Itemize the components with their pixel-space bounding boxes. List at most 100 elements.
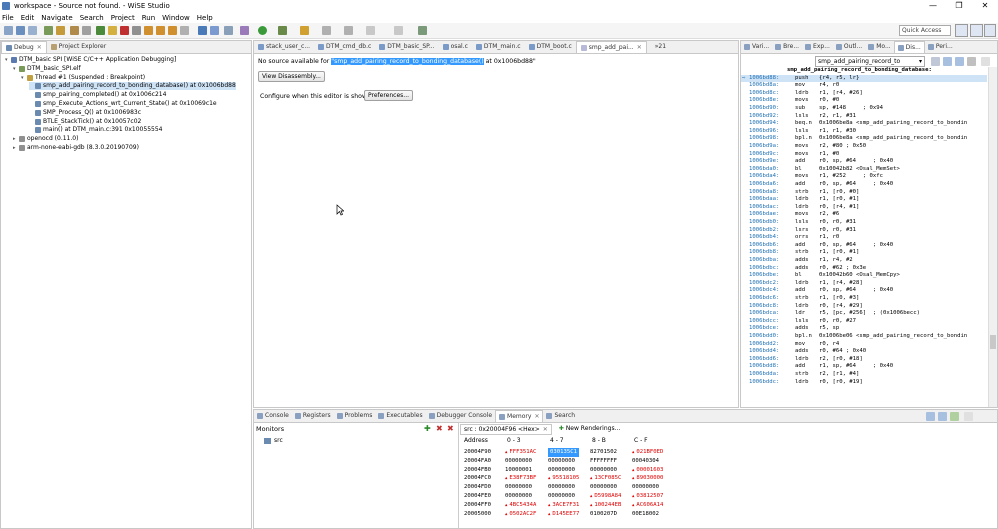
memory-cell[interactable]: ▲ 13CF085C [590,474,621,483]
tab-right-view[interactable]: Mo... [865,41,893,53]
memory-cell[interactable]: ▲ D5998A84 [590,492,621,501]
memory-cell[interactable]: ▲ 89030000 [632,474,663,483]
disassembly-line[interactable]: 1006bda4: movs r1, #252 ; 0xfc [741,173,987,181]
memory-cell[interactable]: ▲ 3ACE7F31 [548,501,579,510]
disassembly-line[interactable]: 1006bd8c: ldrb r1, [r4, #26] [741,90,987,98]
memory-cell[interactable]: 00000000 [590,483,617,492]
resume-icon[interactable] [96,26,105,35]
step-return-icon[interactable] [168,26,177,35]
view-disassembly-button[interactable]: View Disassembly... [258,71,325,82]
back-icon[interactable] [366,26,375,35]
open-perspective-icon[interactable] [955,24,968,37]
close-icon[interactable]: ✕ [637,42,642,54]
prev-annotation-icon[interactable] [344,26,353,35]
debug-perspective-icon[interactable] [984,24,996,37]
memory-cell[interactable]: ▲ 100244EB [590,501,621,510]
tab-editor-file[interactable]: DTM_cmd_db.c [314,41,375,53]
memory-cell[interactable]: 00000000 [548,466,575,475]
cpp-perspective-icon[interactable] [970,24,983,37]
menu-file[interactable]: File [2,14,14,22]
memory-cell[interactable]: ▲ 00001603 [632,466,663,475]
debug-tree-item[interactable]: ▾ DTM_basic SPI [WiSE C/C++ Application D… [5,56,176,64]
tab-overflow[interactable]: »21 [651,41,670,53]
memory-cell[interactable]: 00000000 [548,457,575,466]
memory-cell[interactable]: 030135C1 [548,448,579,457]
tab-bottom-view[interactable]: Console [254,410,292,422]
scrollbar-thumb[interactable] [990,335,996,349]
memory-cell[interactable]: ▲ AC606A14 [632,501,663,510]
new-icon[interactable] [4,26,13,35]
memory-cell[interactable]: ▲ 0502AC2F [505,510,536,519]
disassembly-line[interactable]: 1006bdb0: lsls r0, r0, #31 [741,219,987,227]
show-source-icon[interactable] [967,57,976,66]
tab-right-view[interactable]: Outl... [833,41,865,53]
tab-src-rendering[interactable]: src : 0x20004F96 <Hex> ✕ [460,424,552,435]
close-icon[interactable]: ✕ [534,411,539,423]
refresh-icon[interactable] [943,57,952,66]
reset-icon[interactable] [210,26,219,35]
memory-cell[interactable]: ▲ 021BF0ED [632,448,663,457]
menu-navigate[interactable]: Navigate [41,14,72,22]
disassembly-line[interactable]: 1006bd92: lsls r2, r1, #31 [741,113,987,121]
tab-bottom-view[interactable]: Search [543,410,578,422]
remove-monitor-icon[interactable]: ✖ [436,425,443,433]
disassembly-line[interactable]: 1006bdb6: add r0, sp, #64 ; 0x40 [741,242,987,250]
disassembly-line[interactable]: 1006bdc8: ldrb r0, [r4, #29] [741,303,987,311]
tab-editor-file[interactable]: stack_user_c... [254,41,314,53]
disassembly-line[interactable]: 1006bdd4: adds r0, #64 ; 0x40 [741,348,987,356]
tab-bottom-view[interactable]: Executables [375,410,425,422]
debug-tree-item[interactable]: ▾ Thread #1 (Suspended : Breakpoint) [21,74,145,82]
disassembly-line[interactable]: 1006bdda: strb r2, [r1, #4] [741,371,987,379]
step-over-icon[interactable] [156,26,165,35]
memory-cell[interactable]: 00E18002 [632,510,659,519]
toggle-memory-map-icon[interactable] [938,412,947,421]
debug-tree-item[interactable]: SMP_Process_Q() at 0x1006983c [29,109,141,117]
debug-tree-item[interactable]: ▾ DTM_basic_SPI.elf [13,65,81,73]
disassembly-line[interactable]: 1006bdbe: bl 0x10042b60 <Osal_MemCpy> [741,272,987,280]
disassembly-line[interactable]: 1006bdaa: ldrb r1, [r0, #1] [741,196,987,204]
tab-editor-file[interactable]: DTM_main.c [472,41,525,53]
debug-tree-item[interactable]: smp_add_pairing_record_to_bonding_databa… [29,82,236,91]
memory-cell[interactable]: ▲ 03812507 [632,492,663,501]
step-into-icon[interactable] [144,26,153,35]
disassembly-line[interactable]: 1006bd96: lsls r1, r1, #30 [741,128,987,136]
memory-cell[interactable]: 00000000 [548,492,575,501]
tab-editor-file[interactable]: smp_add_pai... ✕ [575,41,647,54]
memory-cell[interactable]: 00000000 [505,483,532,492]
tab-editor-file[interactable]: DTM_boot.c [525,41,576,53]
tab-bottom-view[interactable]: Registers [292,410,334,422]
disassembly-line[interactable]: ⇨ 1006bd88: push {r4, r5, lr} [741,74,987,83]
preferences-button[interactable]: Preferences... [364,90,414,101]
disassembly-line[interactable]: 1006bd9e: add r0, sp, #64 ; 0x40 [741,158,987,166]
disassembly-line[interactable]: 1006bda0: bl 0x10042b82 <Osal_MemSet> [741,166,987,174]
tab-editor-file[interactable]: DTM_basic_SP... [375,41,438,53]
memory-cell[interactable]: 82701502 [590,448,617,457]
run-icon[interactable] [258,26,267,35]
function-dropdown[interactable]: smp_add_pairing_record_to ▾ [815,56,925,67]
terminate-icon[interactable] [120,26,129,35]
memory-cell[interactable]: 00000000 [548,483,575,492]
forward-icon[interactable] [394,26,403,35]
memory-cell[interactable]: ▲ 4BC5434A [505,501,536,510]
link-memory-icon[interactable] [950,412,959,421]
memory-cell[interactable]: 00040304 [632,457,659,466]
disassembly-line[interactable]: 1006bdb8: strb r1, [r0, #1] [741,249,987,257]
monitor-item[interactable]: src [264,436,283,445]
disassembly-line[interactable]: 1006bdd8: add r1, sp, #64 ; 0x40 [741,363,987,371]
coverage-icon[interactable] [278,26,287,35]
disassembly-line[interactable]: 1006bdae: movs r2, #6 [741,211,987,219]
disassembly-line[interactable]: 1006bddc: ldrb r0, [r0, #19] [741,379,987,387]
debug-config-icon[interactable] [70,26,79,35]
debug-tree-item[interactable]: main() at DTM_main.c:391 0x10055554 [29,126,162,134]
next-annotation-icon[interactable] [322,26,331,35]
close-icon[interactable]: ✕ [37,42,42,54]
disassembly-line[interactable]: 1006bdca: ldr r5, [pc, #256] ; (0x1006becc… [741,310,987,318]
memory-cell[interactable]: 00000000 [505,457,532,466]
instruction-stepping-icon[interactable] [198,26,207,35]
disassembly-line[interactable]: 1006bdc6: strb r1, [r0, #3] [741,295,987,303]
memory-cell[interactable]: ▲ E38F73BF [505,474,536,483]
view-menu-icon[interactable] [981,57,990,66]
disassembly-line[interactable]: 1006bd9c: movs r1, #0 [741,151,987,159]
disconnect-icon[interactable] [132,26,141,35]
disassembly-line[interactable]: 1006bd98: bpl.n 0x1006be8a <smp_add_pairin… [741,135,987,143]
